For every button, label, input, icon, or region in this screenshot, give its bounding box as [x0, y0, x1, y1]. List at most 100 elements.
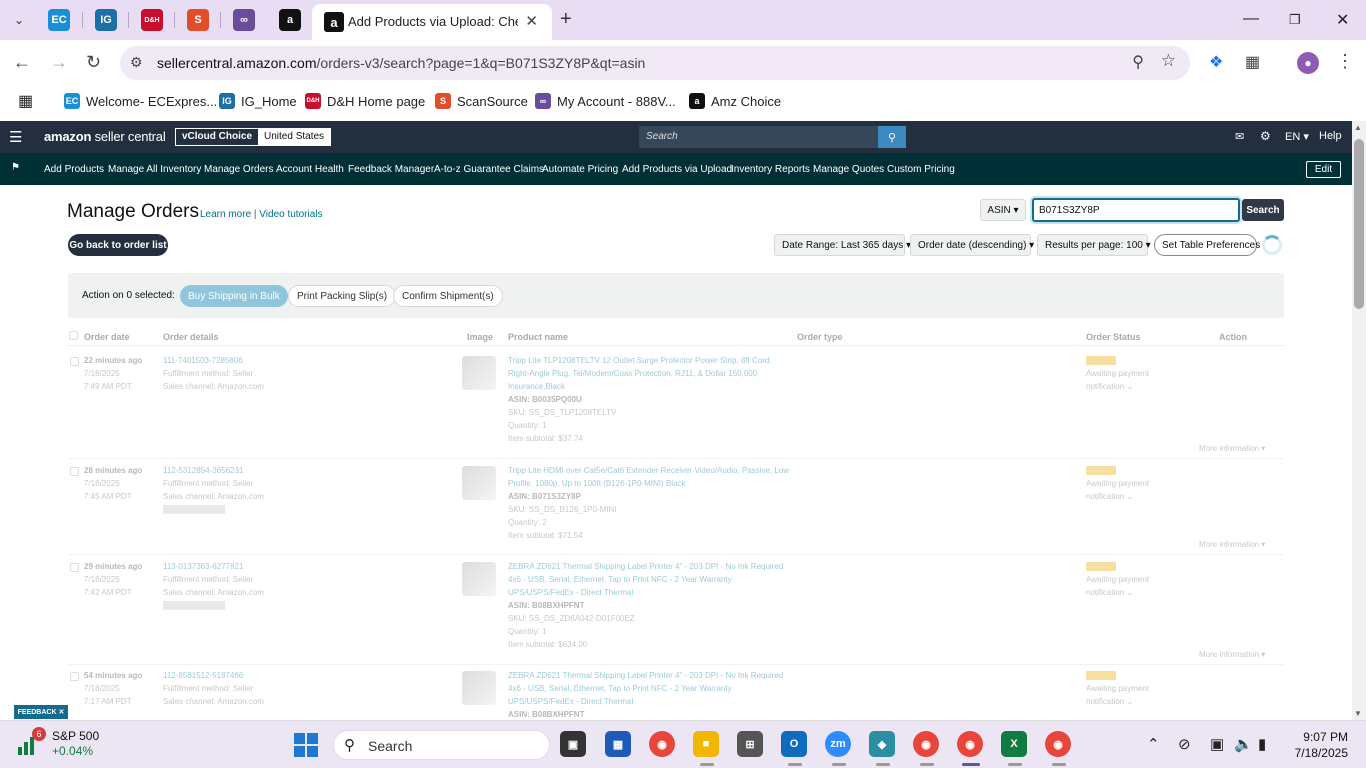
product-name-link[interactable]: Tripp Lite HDMI over Cat5e/Cat6 Extender… [508, 464, 789, 477]
gear-icon[interactable]: ⚙ [1260, 129, 1271, 143]
order-id-link[interactable]: 113-0137363-6277821 [163, 560, 264, 573]
product-image[interactable] [462, 671, 496, 705]
back-arrow-icon[interactable]: ← [13, 52, 31, 73]
chrome-active-icon[interactable]: ◉ [957, 731, 983, 757]
pinned-tab-ig[interactable]: IG [95, 9, 117, 31]
order-status-detail[interactable]: notification ⌄ [1086, 490, 1149, 503]
zoom-app-icon[interactable]: zm [825, 731, 851, 757]
product-name-link[interactable]: ZEBRA ZD621 Thermal Shipping Label Print… [508, 560, 783, 573]
print-packing-slips-button[interactable]: Print Packing Slip(s) [288, 285, 397, 307]
pinned-tab-dh[interactable]: D&H [141, 9, 163, 31]
video-tutorials-link[interactable]: Video tutorials [259, 209, 322, 220]
language-selector[interactable]: EN ▾ [1285, 130, 1309, 143]
order-search-input[interactable]: B071S3ZY8P [1032, 198, 1240, 222]
network-off-icon[interactable]: ⊘ [1178, 735, 1191, 753]
calculator-icon[interactable]: ⊞ [737, 731, 763, 757]
scroll-up-icon[interactable]: ▲ [1354, 123, 1362, 132]
active-tab[interactable]: a Add Products via Upload: Chec ✕ [312, 4, 552, 40]
tray-chevron-icon[interactable]: ⌃ [1147, 735, 1160, 753]
row-checkbox[interactable] [70, 467, 79, 476]
scroll-down-icon[interactable]: ▼ [1354, 709, 1362, 718]
order-id-link[interactable]: 111-7401503-7285806 [163, 354, 264, 367]
more-information-link[interactable]: More information ▾ [1199, 540, 1265, 549]
volume-icon[interactable]: 🔈 [1234, 735, 1253, 753]
reload-icon[interactable]: ↻ [86, 52, 101, 73]
product-name-link[interactable]: Tripp Lite TLP1208TELTV 12 Outlet Surge … [508, 354, 772, 367]
nav-a-to-z-claims[interactable]: A-to-z Guarantee Claims [434, 164, 544, 175]
back-to-order-list-button[interactable]: Go back to order list [68, 234, 168, 256]
chrome-profile-icon[interactable]: ◉ [913, 731, 939, 757]
order-status-detail[interactable]: notification ⌄ [1086, 586, 1149, 599]
app-diamond-icon[interactable]: ◆ [869, 731, 895, 757]
kebab-menu-icon[interactable]: ⋮ [1336, 51, 1354, 72]
sort-dropdown[interactable]: Order date (descending) ▾ [910, 234, 1034, 256]
nav-inventory-reports[interactable]: Inventory Reports [731, 164, 810, 175]
hamburger-menu-icon[interactable]: ☰ [9, 128, 22, 146]
nav-add-products[interactable]: Add Products [44, 164, 104, 175]
bookmark-my-account[interactable]: ∞ My Account - 888V... [535, 93, 676, 109]
bookmark-ecexpress[interactable]: EC Welcome- ECExpres... [64, 93, 217, 109]
product-name-link[interactable]: ZEBRA ZD621 Thermal Shipping Label Print… [508, 669, 783, 682]
apps-grid-icon[interactable]: ▦ [18, 91, 33, 111]
pinned-tab-ec[interactable]: EC [48, 9, 70, 31]
pinned-tab-scansource[interactable]: S [187, 9, 209, 31]
order-id-link[interactable]: 112-5312854-3656231 [163, 464, 264, 477]
display-icon[interactable]: ▣ [1210, 735, 1224, 753]
select-all-checkbox[interactable] [69, 331, 78, 340]
header-search[interactable]: Search ⚲ [639, 126, 906, 148]
system-clock[interactable]: 9:07 PM 7/18/2025 [1288, 729, 1348, 761]
chrome-alt-icon[interactable]: ◉ [1045, 731, 1071, 757]
tab-search-chevron-icon[interactable]: ⌄ [6, 8, 32, 32]
excel-icon[interactable]: X [1001, 731, 1027, 757]
date-range-dropdown[interactable]: Date Range: Last 365 days ▾ [774, 234, 911, 256]
search-icon[interactable]: ⚲ [878, 126, 906, 148]
battery-icon[interactable]: ▮ [1258, 735, 1266, 753]
search-button[interactable]: Search [1242, 199, 1284, 221]
product-image[interactable] [462, 562, 496, 596]
outlook-icon[interactable]: O [781, 731, 807, 757]
mail-icon[interactable]: ✉ [1235, 130, 1244, 143]
nav-custom-pricing[interactable]: Custom Pricing [887, 164, 955, 175]
url-text[interactable]: sellercentral.amazon.com/orders-v3/searc… [157, 55, 645, 71]
account-switcher[interactable]: vCloud Choice United States [175, 128, 332, 146]
more-information-link[interactable]: More information ▾ [1199, 650, 1265, 659]
stock-widget[interactable]: 6 S&P 500 +0.04% [16, 727, 99, 759]
page-scrollbar[interactable]: ▲ ▼ [1352, 121, 1366, 720]
windows-start-icon[interactable] [294, 733, 318, 757]
nav-manage-all-inventory[interactable]: Manage All Inventory [108, 164, 201, 175]
nav-add-products-upload[interactable]: Add Products via Upload [622, 164, 732, 175]
order-status-detail[interactable]: notification ⌄ [1086, 695, 1149, 708]
seller-central-logo[interactable]: amazon seller central [44, 129, 166, 144]
pinned-tab-account[interactable]: ∞ [233, 9, 255, 31]
nav-automate-pricing[interactable]: Automate Pricing [542, 164, 618, 175]
table-preferences-button[interactable]: Set Table Preferences [1154, 234, 1260, 256]
pinned-tab-amazon[interactable]: a [279, 9, 301, 31]
help-link[interactable]: Help [1319, 130, 1342, 142]
buy-shipping-bulk-button[interactable]: Buy Shipping in Bulk [180, 285, 288, 307]
search-type-select[interactable]: ASIN ▾ [980, 199, 1026, 221]
profile-avatar[interactable]: ● [1297, 52, 1319, 74]
scrollbar-thumb[interactable] [1354, 139, 1364, 309]
bookmark-scansource[interactable]: S ScanSource [435, 93, 528, 109]
row-checkbox[interactable] [70, 563, 79, 572]
row-checkbox[interactable] [70, 672, 79, 681]
omnibox[interactable]: ⚙ sellercentral.amazon.com/orders-v3/sea… [120, 46, 1190, 80]
bookmark-amz-choice[interactable]: a Amz Choice [689, 93, 781, 109]
restore-icon[interactable]: ❐ [1289, 12, 1301, 28]
product-image[interactable] [462, 356, 496, 390]
task-view-icon[interactable]: ▣ [560, 731, 586, 757]
more-information-link[interactable]: More information ▾ [1199, 444, 1265, 453]
col-order-date[interactable]: Order date [84, 332, 130, 342]
store-icon[interactable]: ▦ [605, 731, 631, 757]
site-settings-icon[interactable]: ⚙ [130, 54, 143, 71]
learn-more-link[interactable]: Learn more [200, 209, 251, 220]
minimize-icon[interactable]: — [1243, 10, 1259, 28]
forward-arrow-icon[interactable]: → [50, 52, 68, 73]
window-close-icon[interactable]: ✕ [1336, 10, 1349, 30]
nav-manage-quotes[interactable]: Manage Quotes [813, 164, 884, 175]
chrome-icon[interactable]: ◉ [649, 731, 675, 757]
close-tab-icon[interactable]: ✕ [525, 12, 538, 30]
file-explorer-icon[interactable]: ■ [693, 731, 719, 757]
bookmark-dh-home[interactable]: D&H D&H Home page [305, 93, 425, 109]
nav-feedback-manager[interactable]: Feedback Manager [348, 164, 434, 175]
